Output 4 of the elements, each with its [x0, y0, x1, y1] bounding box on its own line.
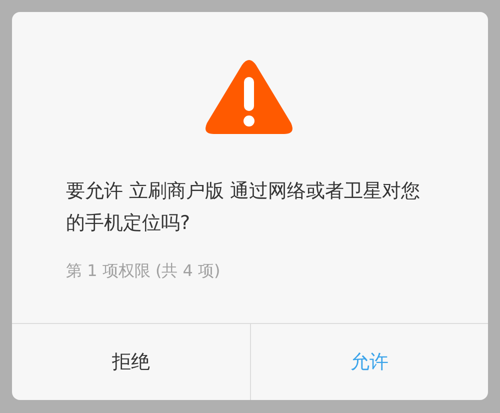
permission-message: 要允许 立刷商户版 通过网络或者卫星对您的手机定位吗? [66, 179, 422, 236]
warning-icon [204, 59, 294, 135]
permission-counter: 第 1 项权限 (共 4 项) [66, 261, 222, 282]
deny-button[interactable]: 拒绝 [12, 324, 250, 400]
